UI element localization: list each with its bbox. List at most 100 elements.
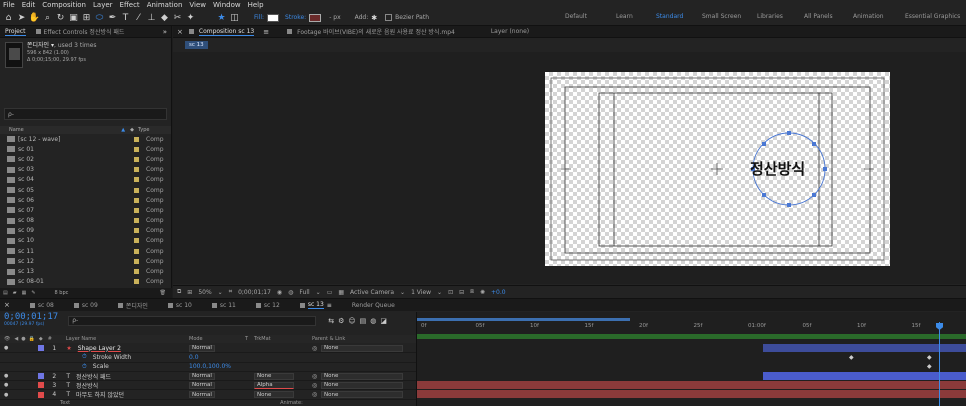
workspace-default[interactable]: Default	[565, 13, 616, 20]
project-list-item[interactable]: sc 08 Comp	[0, 216, 171, 226]
visibility-icon[interactable]: ●	[4, 373, 8, 379]
canvas-title-text[interactable]: 정산방식	[750, 158, 805, 179]
always-preview-icon[interactable]: ⧉	[177, 288, 181, 296]
interpret-footage-icon[interactable]: ▤	[3, 290, 8, 296]
project-list-item[interactable]: sc 13 Comp	[0, 266, 171, 276]
property-row[interactable]: ⏱ Scale 100.0,100.0%	[0, 363, 416, 372]
work-area-bar[interactable]	[417, 318, 630, 321]
layer-bar-3[interactable]	[417, 381, 966, 389]
eraser-tool-icon[interactable]: ◆	[159, 12, 170, 23]
selection-tool-icon[interactable]: ➤	[16, 12, 27, 23]
layer-name[interactable]: Scale	[93, 363, 109, 370]
timeline-tab[interactable]: 쫀디자인	[108, 299, 158, 311]
project-list-item[interactable]: sc 04 Comp	[0, 175, 171, 185]
menu-view[interactable]: View	[189, 1, 206, 9]
exposure-value[interactable]: +0.0	[491, 289, 506, 296]
keyframe-icon[interactable]: ◆	[927, 363, 932, 370]
project-list-item[interactable]: sc 09 Comp	[0, 226, 171, 236]
resolution-dropdown[interactable]: Full	[299, 289, 309, 296]
view-layout-dropdown[interactable]: 1 View	[411, 289, 431, 296]
brush-tool-icon[interactable]: ⁄	[133, 12, 144, 23]
label-swatch[interactable]	[134, 197, 139, 203]
parent-dropdown[interactable]: None	[321, 372, 403, 380]
workspace-animation[interactable]: Animation	[853, 13, 905, 20]
property-value[interactable]: 0.0	[189, 354, 199, 361]
layer-name[interactable]: 마무도 하지 않았던	[76, 390, 124, 399]
animate-label[interactable]: Animate:	[280, 400, 303, 406]
hand-tool-icon[interactable]: ✋	[29, 12, 40, 23]
label-swatch[interactable]	[134, 279, 139, 285]
keyframe-icon[interactable]: ◆	[849, 354, 854, 361]
menu-window[interactable]: Window	[213, 1, 241, 9]
property-value[interactable]: 100.0,100.0%	[189, 363, 231, 370]
clone-tool-icon[interactable]: ⊥	[146, 12, 157, 23]
flowchart-icon[interactable]: ⊟	[459, 289, 464, 296]
text-property-label[interactable]: Text	[60, 400, 70, 406]
3d-view-icon[interactable]: ⧈	[470, 288, 474, 296]
stroke-width-value[interactable]: - px	[329, 14, 340, 21]
project-list-item[interactable]: sc 08-01 Comp	[0, 277, 171, 287]
audio-header-icon[interactable]: ◀	[14, 336, 18, 342]
track-matte-dropdown[interactable]: None	[254, 391, 294, 399]
label-swatch[interactable]	[134, 156, 139, 162]
snapshot-icon[interactable]: ◉	[277, 289, 282, 296]
project-list-item[interactable]: sc 10 Comp	[0, 236, 171, 246]
tab-layer[interactable]: Layer (none)	[486, 26, 534, 38]
region-icon[interactable]: ▭	[327, 289, 333, 296]
timeline-tab[interactable]: sc 08	[20, 299, 64, 311]
blend-mode-dropdown[interactable]: Normal	[189, 391, 215, 399]
menu-help[interactable]: Help	[248, 1, 264, 9]
layer-row[interactable]: ● 3 T 정산방식 Normal Alpha ◎ None	[0, 381, 416, 391]
keyframe-icon[interactable]: ◆	[927, 354, 932, 361]
visibility-icon[interactable]: ●	[4, 345, 8, 351]
stopwatch-icon[interactable]: ⏱	[82, 353, 87, 361]
channel-icon[interactable]: ◍	[288, 289, 293, 296]
label-swatch[interactable]	[134, 177, 139, 183]
parent-dropdown[interactable]: None	[321, 381, 403, 389]
label-swatch[interactable]	[134, 207, 139, 213]
pick-whip-icon[interactable]: ◎	[312, 391, 317, 398]
chevron-down-icon[interactable]: ⌄	[437, 289, 442, 296]
close-tab-icon[interactable]: ×	[4, 301, 10, 309]
col-type[interactable]: Type	[138, 127, 171, 133]
comp-mini-flowchart-icon[interactable]: ⇆	[328, 317, 334, 325]
blend-mode-dropdown[interactable]: Normal	[189, 344, 215, 352]
layer-name[interactable]: 정산방식	[76, 381, 98, 390]
label-swatch[interactable]	[134, 269, 139, 275]
layer-bar-2[interactable]	[763, 372, 966, 380]
label-swatch[interactable]	[134, 187, 139, 193]
fit-icon[interactable]: ⌗	[229, 288, 232, 296]
solo-header-icon[interactable]: ●	[21, 336, 25, 342]
ellipse-tool-icon[interactable]: ⬭	[94, 12, 105, 23]
bezier-checkbox[interactable]	[385, 14, 393, 21]
label-swatch[interactable]	[134, 136, 139, 142]
menu-file[interactable]: File	[3, 1, 15, 9]
pick-whip-icon[interactable]: ◎	[312, 373, 317, 380]
workspace-all-panels[interactable]: All Panels	[804, 13, 853, 20]
col-name[interactable]: Name	[9, 127, 24, 133]
workspace-libraries[interactable]: Libraries	[757, 13, 804, 20]
roto-tool-icon[interactable]: ✂	[172, 12, 183, 23]
label-color-swatch[interactable]	[38, 382, 45, 389]
comp-canvas[interactable]: 정산방식	[545, 72, 890, 266]
tab-composition[interactable]: Composition sc 13	[194, 26, 259, 38]
workspace-small-screen[interactable]: Small Screen	[702, 13, 757, 20]
grid-icon[interactable]: ⊞	[187, 289, 192, 296]
label-column-icon[interactable]: ▲	[121, 127, 125, 133]
tab-effect-controls[interactable]: Effect Controls 정산방식 패드	[31, 26, 130, 38]
close-tab-icon[interactable]: ×	[177, 28, 183, 36]
add-gear-icon[interactable]: ✱	[371, 14, 377, 22]
pick-whip-icon[interactable]: ◎	[312, 382, 317, 389]
parent-dropdown[interactable]: None	[321, 391, 403, 399]
new-folder-icon[interactable]: ▰	[13, 290, 17, 296]
camera-tool-icon[interactable]: ▣	[68, 12, 79, 23]
motion-blur-icon[interactable]: ◍	[370, 317, 376, 325]
tab-menu-icon[interactable]: ≡	[327, 302, 332, 309]
label-swatch[interactable]	[134, 167, 139, 173]
snap-options-icon[interactable]: ◫	[229, 12, 240, 23]
panel-menu-icon[interactable]: »	[163, 28, 167, 36]
label-color-swatch[interactable]	[38, 345, 45, 352]
project-list-item[interactable]: sc 03 Comp	[0, 165, 171, 175]
menu-animation[interactable]: Animation	[147, 1, 183, 9]
snapping-icon[interactable]: ★	[216, 12, 227, 23]
